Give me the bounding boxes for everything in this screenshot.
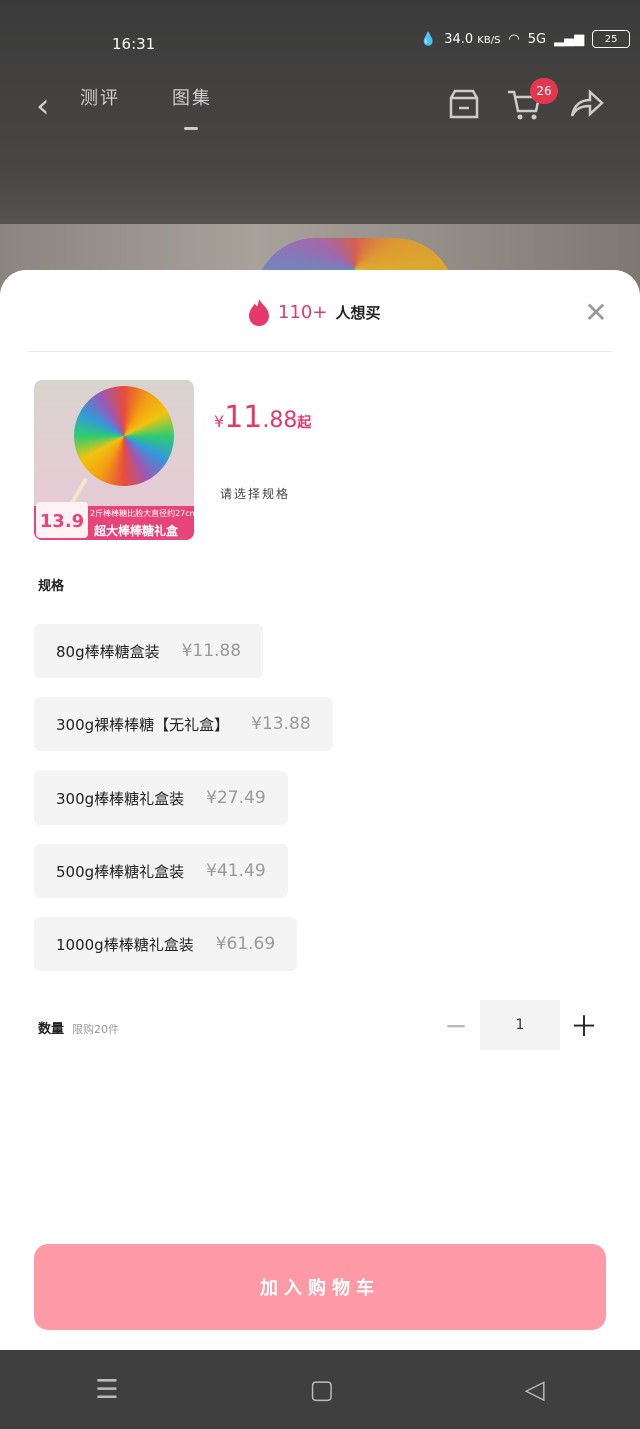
spec-option-price: ¥11.88 (181, 641, 242, 661)
spec-option-name: 500g棒棒糖礼盒装 (56, 862, 185, 881)
sku-selection-sheet: 110+ 人想买 ✕ 13.9 2斤棒棒糖比脸大直径约27cm 超大棒棒糖礼盒 … (0, 270, 640, 1350)
spec-option-price: ¥13.88 (251, 714, 311, 734)
spec-option-name: 300g裸棒棒糖【无礼盒】 (56, 715, 230, 734)
price-currency: ¥ (214, 412, 225, 431)
spec-title: 规格 (38, 579, 65, 594)
quantity-limit: 限购20件 (72, 1023, 120, 1036)
thumb-title: 超大棒棒糖礼盒 (94, 524, 179, 538)
thumb-price: 13.9 (36, 502, 88, 538)
quantity-input[interactable]: 1 (480, 1000, 560, 1050)
cart-count-badge: 26 (530, 78, 558, 104)
back-triangle-icon[interactable]: ◁ (525, 1375, 545, 1405)
spec-option[interactable]: 80g棒棒糖盒装 ¥11.88 (34, 624, 264, 678)
status-time: 16:31 (112, 35, 156, 53)
spec-option-price: ¥61.69 (215, 934, 276, 954)
share-icon[interactable] (568, 86, 604, 122)
spec-option-name: 1000g棒棒糖礼盒装 (56, 935, 194, 954)
home-icon[interactable]: ▢ (309, 1375, 334, 1405)
sheet-header: 110+ 人想买 ✕ (28, 270, 612, 352)
lollipop-icon (74, 386, 174, 486)
price-int: 11 (224, 400, 263, 435)
spec-option-price: ¥41.49 (206, 861, 266, 881)
quantity-title: 数量 (38, 1022, 65, 1037)
menu-icon[interactable]: ☰ (95, 1375, 118, 1405)
signal-icon: ▂▄▆ (554, 31, 585, 47)
quantity-stepper: − 1 ＋ (436, 1000, 604, 1050)
battery-icon: 25 (592, 30, 631, 48)
plus-icon[interactable]: ＋ (564, 1000, 604, 1050)
spec-option[interactable]: 500g棒棒糖礼盒装 ¥41.49 (34, 844, 288, 898)
price-display: ¥11.88起 (214, 400, 311, 435)
spec-option-price: ¥27.49 (206, 788, 266, 808)
quantity-label: 数量 限购20件 (38, 1018, 119, 1037)
hot-label: 人想买 (335, 303, 381, 322)
store-icon[interactable] (446, 86, 482, 122)
spec-option[interactable]: 1000g棒棒糖礼盒装 ¥61.69 (34, 917, 298, 971)
hot-count: 110+ (278, 301, 328, 323)
signal-label: 5G (527, 31, 547, 47)
net-speed: 34.0 KB/S (444, 31, 501, 47)
spec-option[interactable]: 300g棒棒糖礼盒装 ¥27.49 (34, 771, 288, 825)
drop-icon: 💧 (420, 31, 437, 47)
tab-review[interactable]: 测评 (80, 84, 120, 110)
hot-indicator: 110+ 人想买 (248, 298, 380, 326)
spec-option[interactable]: 300g裸棒棒糖【无礼盒】 ¥13.88 (34, 697, 333, 751)
wifi-icon: ◠ (508, 31, 520, 47)
spec-option-name: 80g棒棒糖盒装 (56, 642, 160, 661)
fire-icon (249, 299, 269, 326)
thumb-caption: 2斤棒棒糖比脸大直径约27cm (90, 509, 194, 518)
minus-icon[interactable]: − (436, 1000, 476, 1050)
close-icon[interactable]: ✕ (580, 298, 612, 330)
price-suffix: 起 (297, 415, 312, 431)
spec-option-name: 300g棒棒糖礼盒装 (56, 789, 185, 808)
status-bar: 16:31 💧 34.0 KB/S ◠ 5G ▂▄▆ 25 (0, 30, 640, 60)
tab-gallery[interactable]: 图集 (172, 84, 212, 130)
system-nav-bar: ☰ ▢ ◁ (0, 1350, 640, 1429)
product-thumbnail[interactable]: 13.9 2斤棒棒糖比脸大直径约27cm 超大棒棒糖礼盒 (34, 380, 194, 540)
price-dec: .88 (262, 408, 298, 433)
select-hint: 请选择规格 (220, 487, 291, 501)
add-to-cart-button[interactable]: 加入购物车 (34, 1244, 606, 1330)
back-icon[interactable]: ‹ (36, 86, 50, 126)
